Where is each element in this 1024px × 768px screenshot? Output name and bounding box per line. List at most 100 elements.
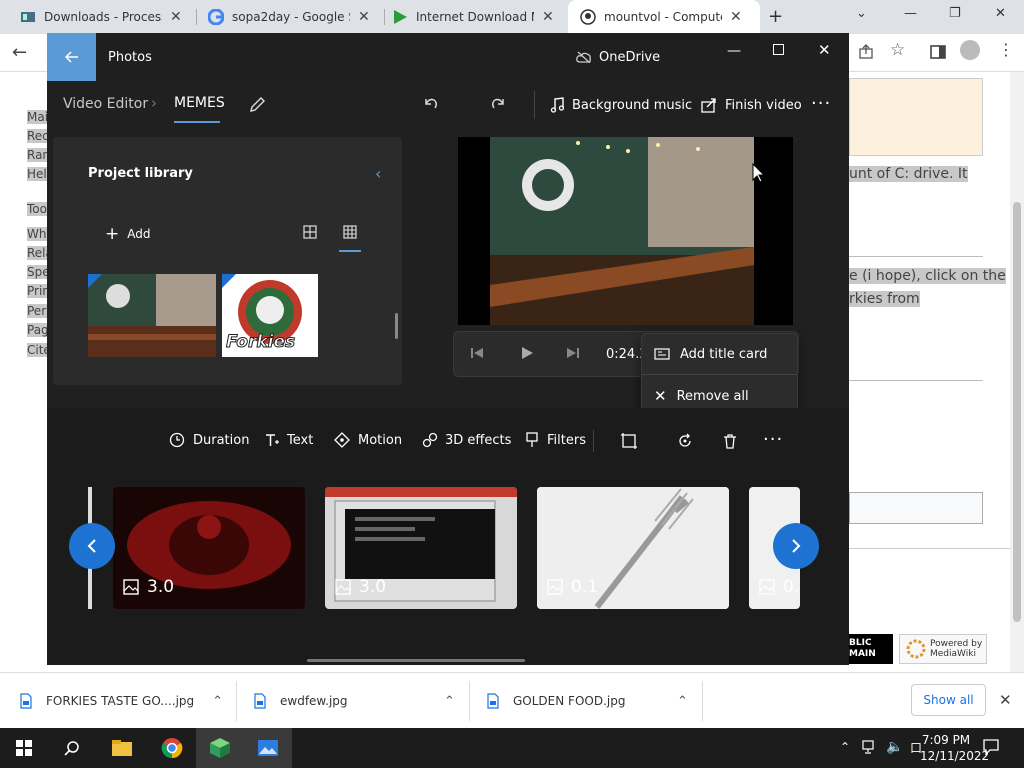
app-3d-cube-icon[interactable]: [196, 728, 244, 768]
clip-duration-label: 3.0: [359, 577, 387, 597]
previous-frame-icon[interactable]: [470, 346, 484, 360]
wiki-sidebar-link[interactable]: Rec: [27, 129, 49, 143]
back-arrow-icon[interactable]: ←: [12, 42, 27, 63]
collapse-chevron-icon[interactable]: ‹: [375, 164, 381, 183]
rotate-icon[interactable]: [677, 433, 693, 449]
side-panel-icon[interactable]: [930, 44, 946, 60]
crop-icon[interactable]: [621, 433, 637, 449]
close-icon[interactable]: ✕: [730, 9, 742, 25]
finish-video-button[interactable]: Finish video: [701, 97, 802, 113]
share-icon[interactable]: [858, 44, 874, 60]
wiki-sidebar-link[interactable]: Pag: [27, 323, 49, 337]
storyboard-clip[interactable]: 3.0: [325, 487, 517, 609]
download-filename: GOLDEN FOOD.jpg: [513, 694, 626, 708]
grid-small-icon[interactable]: [343, 225, 357, 239]
scrollbar[interactable]: [1010, 72, 1024, 672]
grid-large-icon[interactable]: [303, 225, 317, 239]
tab-search-icon[interactable]: ⌄: [856, 6, 867, 21]
show-all-button[interactable]: Show all: [911, 684, 986, 716]
idm-icon: [392, 9, 408, 25]
windows-taskbar: ⌃ 🔈 口 7:09 PM 12/11/2022: [0, 728, 1024, 768]
search-icon[interactable]: [48, 728, 96, 768]
library-scrollbar[interactable]: [395, 313, 398, 339]
browser-tab[interactable]: sopa2day - Google Sea ✕: [188, 0, 384, 34]
chevron-up-icon[interactable]: ⌃: [444, 694, 455, 709]
close-icon[interactable]: ✕: [170, 9, 182, 25]
chevron-up-icon[interactable]: ⌃: [840, 740, 850, 754]
download-item[interactable]: FORKIES TASTE GO....jpg ⌃: [20, 673, 223, 729]
back-button[interactable]: [47, 33, 96, 81]
network-icon[interactable]: [862, 740, 878, 754]
breadcrumb-video-editor[interactable]: Video Editor: [63, 96, 148, 112]
scrollbar-thumb[interactable]: [1013, 202, 1021, 622]
more-options-icon[interactable]: ···: [763, 429, 783, 450]
3d-effects-button[interactable]: 3D effects: [422, 432, 511, 448]
button-label: Finish video: [725, 97, 802, 113]
browser-tab-active[interactable]: mountvol - Computerm ✕: [568, 0, 760, 34]
undo-icon[interactable]: [422, 95, 440, 113]
next-frame-icon[interactable]: [566, 346, 580, 360]
download-item[interactable]: GOLDEN FOOD.jpg ⌃: [487, 673, 688, 729]
button-label: Motion: [358, 432, 403, 448]
play-icon[interactable]: [520, 346, 534, 360]
more-menu-icon[interactable]: ⋮: [998, 40, 1014, 59]
filters-button[interactable]: Filters: [525, 432, 586, 448]
divider: [469, 681, 470, 721]
onedrive-label[interactable]: OneDrive: [599, 50, 660, 65]
chrome-icon[interactable]: [148, 728, 196, 768]
motion-button[interactable]: Motion: [334, 432, 402, 448]
close-window-icon[interactable]: ✕: [995, 6, 1006, 21]
download-item[interactable]: ewdfew.jpg ⌃: [254, 673, 455, 729]
maximize-icon[interactable]: [773, 44, 784, 55]
storyboard-clip[interactable]: 3.0: [113, 487, 305, 609]
storyboard-scrollbar[interactable]: [307, 659, 525, 662]
close-icon[interactable]: ✕: [542, 9, 554, 25]
redo-icon[interactable]: [489, 95, 507, 113]
scroll-left-button[interactable]: [69, 523, 115, 569]
clock[interactable]: 7:09 PM 12/11/2022: [920, 732, 989, 764]
windows-start-icon[interactable]: [0, 728, 48, 768]
add-media-button[interactable]: + Add: [105, 224, 150, 244]
profile-avatar-icon[interactable]: [960, 40, 980, 60]
text-button[interactable]: Text: [264, 432, 313, 448]
restore-icon[interactable]: ❐: [949, 6, 961, 21]
browser-tab[interactable]: Downloads - Process H ✕: [0, 0, 196, 34]
delete-icon[interactable]: [722, 433, 738, 449]
tab-title: Internet Download Ma: [416, 10, 534, 24]
more-options-icon[interactable]: ···: [811, 93, 831, 114]
file-explorer-icon[interactable]: [98, 728, 146, 768]
wiki-search-input[interactable]: [849, 492, 983, 524]
close-icon[interactable]: ✕: [818, 41, 831, 59]
public-domain-badge[interactable]: BLIC MAIN: [847, 634, 893, 664]
image-icon: [335, 579, 351, 595]
browser-tab[interactable]: Internet Download Ma ✕: [372, 0, 568, 34]
library-thumbnail-restaurant[interactable]: [88, 274, 216, 357]
library-thumbnail-forkies[interactable]: Forkies: [222, 274, 318, 357]
minimize-icon[interactable]: —: [904, 6, 917, 21]
close-icon[interactable]: ✕: [999, 691, 1012, 709]
file-icon: [20, 693, 32, 709]
chevron-up-icon[interactable]: ⌃: [677, 694, 688, 709]
mediawiki-badge[interactable]: Powered by MediaWiki: [899, 634, 987, 664]
video-preview[interactable]: [458, 137, 793, 325]
notification-icon[interactable]: [982, 738, 1000, 756]
chevron-right-icon: [792, 539, 801, 553]
view-selected-indicator: [339, 250, 361, 252]
scroll-right-button[interactable]: [773, 523, 819, 569]
storyboard-clip[interactable]: 0.1: [537, 487, 729, 609]
close-icon[interactable]: ✕: [358, 9, 370, 25]
bookmark-star-icon[interactable]: ☆: [890, 40, 905, 60]
chevron-up-icon[interactable]: ⌃: [212, 694, 223, 709]
photos-app-icon[interactable]: [244, 728, 292, 768]
background-music-button[interactable]: Background music: [550, 97, 692, 113]
new-tab-button[interactable]: +: [768, 6, 783, 27]
arrow-left-icon: [64, 51, 78, 63]
edit-pencil-icon[interactable]: [249, 95, 267, 113]
menu-item-add-title-card[interactable]: Add title card: [642, 334, 797, 374]
wiki-sidebar-link[interactable]: Mai: [27, 110, 49, 124]
minimize-icon[interactable]: —: [727, 43, 741, 59]
menu-item-label: Add title card: [680, 346, 768, 362]
volume-icon[interactable]: 🔈: [886, 739, 903, 755]
breadcrumb-project-name[interactable]: MEMES: [174, 95, 225, 111]
duration-button[interactable]: Duration: [169, 432, 249, 448]
